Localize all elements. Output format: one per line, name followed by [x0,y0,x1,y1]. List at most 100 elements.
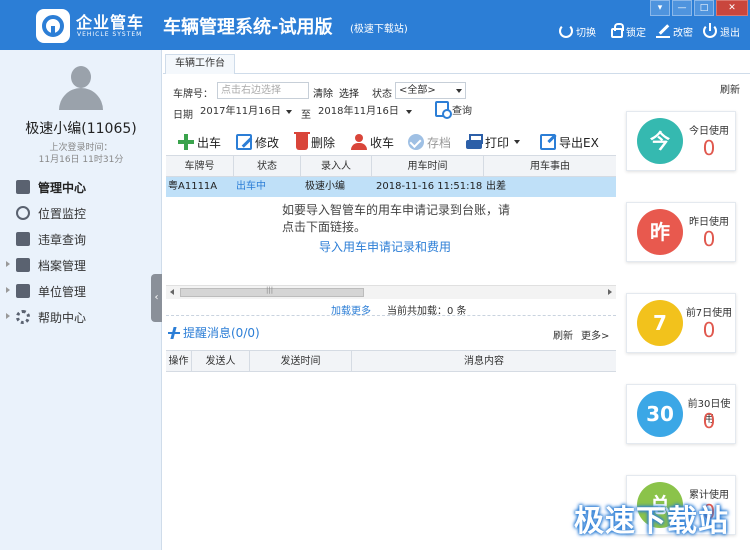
return-label: 收车 [370,135,395,150]
chevron-down-icon [456,89,462,93]
minimize-button[interactable]: — [672,0,692,16]
column-header[interactable]: 发送时间 [250,351,352,372]
user-name: 极速小编(11065) [25,121,137,137]
stat-card-30days: 30 前30日使用 0 [626,384,736,444]
power-icon [703,23,717,38]
plate-input[interactable]: 点击右边选择 [217,82,309,99]
print-button[interactable]: 打印 [466,130,521,154]
stats-refresh-button[interactable]: 刷新 [720,81,740,96]
date-to-label: 至 [301,110,311,121]
sidebar-item-units[interactable]: 单位管理 [0,278,162,304]
brand-english: VEHICLE SYSTEM [77,31,143,38]
close-button[interactable]: ✕ [716,0,748,16]
sidebar-item-help[interactable]: 帮助中心 [0,304,162,330]
tab-vehicle-workbench[interactable]: 车辆工作台 [165,54,235,74]
pulse-icon [168,327,180,339]
date-to-picker[interactable]: 2018年11月16日 [314,103,416,120]
sidebar-item-archives[interactable]: 档案管理 [0,252,162,278]
table-row[interactable]: 粤A1111A 出车中 极速小编 2018-11-16 11:51:18 出差 [166,177,616,197]
scroll-left-icon[interactable] [170,289,174,295]
table-header: 车牌号 状态 录入人 用车时间 用车事由 [166,155,616,177]
pen-icon [656,24,670,38]
avatar[interactable] [59,66,103,110]
expand-arrow-icon [6,287,10,293]
edit-icon [236,134,252,150]
reminder-more-link[interactable]: 更多> [581,327,609,342]
column-header[interactable]: 车牌号 [166,156,234,177]
sidebar-item-label: 违章查询 [38,232,87,247]
vehicle-table: 车牌号 状态 录入人 用车时间 用车事由 粤A1111A 出车中 极速小编 20… [166,155,616,197]
reminder-title: 提醒消息(0/0) [168,324,260,341]
horizontal-scrollbar[interactable]: ||| [166,285,616,299]
edit-label: 修改 [255,135,280,150]
sidebar-item-management[interactable]: 管理中心 [0,174,162,200]
status-select[interactable]: <全部> [395,82,466,99]
date-label: 日期 [173,110,193,121]
dispatch-button[interactable]: 出车 [178,130,221,154]
sidebar: 极速小编(11065) 上次登录时间： 11月16日 11时31分 管理中心 位… [0,50,162,550]
car-icon [16,180,30,194]
chevron-down-icon [286,110,292,114]
exit-label: 退出 [720,27,740,39]
user-icon [351,134,367,150]
cell-reason: 出差 [486,181,506,192]
edit-button[interactable]: 修改 [236,130,279,154]
dispatch-label: 出车 [197,135,222,150]
divider [166,315,616,316]
column-header[interactable]: 用车事由 [484,156,616,177]
maximize-button[interactable]: □ [694,0,714,16]
date-to-value: 2018年11月16日 [318,106,399,117]
switch-icon [559,24,573,38]
column-header[interactable]: 状态 [234,156,301,177]
column-header[interactable]: 操作 [166,351,192,372]
expand-arrow-icon [6,313,10,319]
status-select-value: <全部> [399,85,436,96]
change-password-button[interactable]: 改密 [656,22,693,40]
stat-value: 0 [702,227,716,251]
change-password-label: 改密 [673,27,693,39]
brand-name: 企业管车 [76,13,145,32]
column-header[interactable]: 录入人 [301,156,372,177]
column-header[interactable]: 用车时间 [372,156,484,177]
reminder-table-header: 操作 发送人 发送时间 消息内容 [166,350,616,372]
delete-button[interactable]: 删除 [294,130,335,154]
cell-time: 2018-11-16 11:51:18 [376,181,483,192]
stat-label: 昨日使用 [689,217,729,228]
date-from-value: 2017年11月16日 [200,106,281,117]
check-circle-icon [408,134,424,150]
window-controls: ▾ — □ ✕ [650,0,748,16]
scrollbar-thumb[interactable]: ||| [180,286,364,297]
scroll-right-icon[interactable] [608,289,612,295]
query-button[interactable]: 查询 [435,101,472,119]
archive-button[interactable]: 存档 [408,130,451,154]
return-button[interactable]: 收车 [351,130,394,154]
print-label: 打印 [485,135,510,150]
sidebar-item-label: 位置监控 [38,206,87,221]
app-subtitle: (极速下载站) [350,24,408,35]
sidebar-item-label: 档案管理 [38,258,87,273]
sidebar-collapse-toggle[interactable]: ‹ [151,274,162,322]
import-records-link[interactable]: 导入用车申请记录和费用 [319,238,451,255]
last-login-time: 11月16日 11时31分 [38,155,124,165]
plus-icon [178,134,194,150]
sidebar-item-location[interactable]: 位置监控 [0,200,162,226]
bar-chart-icon [16,284,30,298]
lock-label: 锁定 [626,27,646,39]
chevron-down-icon [406,110,412,114]
export-button[interactable]: 导出EX [540,130,599,154]
scrollbar-grip: ||| [266,286,274,294]
lock-button[interactable]: 锁定 [611,22,646,40]
plate-label: 车牌号： [173,89,213,100]
reminder-refresh-button[interactable]: 刷新 [553,327,573,342]
printer-icon [466,134,483,150]
column-header[interactable]: 发送人 [192,351,250,372]
column-header[interactable]: 消息内容 [352,351,616,372]
exit-button[interactable]: 退出 [703,22,740,40]
clear-button[interactable]: 清除 [313,85,333,100]
switch-button[interactable]: 切换 [559,22,596,40]
select-button[interactable]: 选择 [339,85,359,100]
window-menu-button[interactable]: ▾ [650,0,670,16]
sidebar-item-violations[interactable]: 违章查询 [0,226,162,252]
date-from-picker[interactable]: 2017年11月16日 [196,103,296,120]
stat-card-today: 今 今日使用 0 [626,111,736,171]
